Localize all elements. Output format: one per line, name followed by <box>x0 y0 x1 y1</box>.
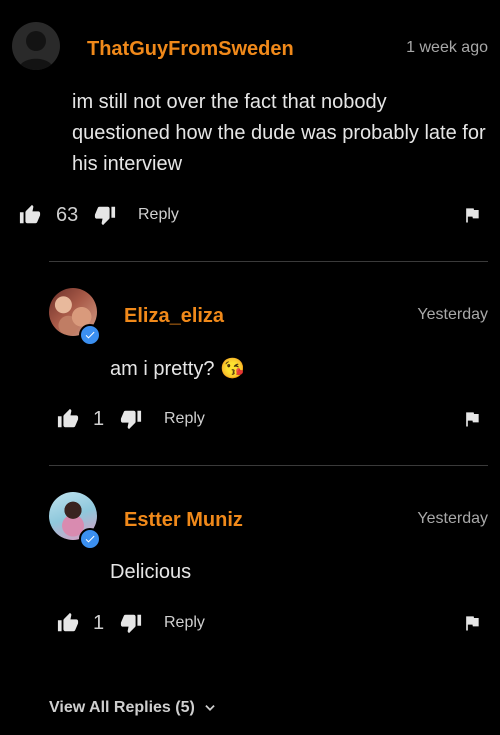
reply-timestamp: Yesterday <box>417 306 488 323</box>
check-icon <box>85 331 95 339</box>
reply-username[interactable]: Eliza_eliza <box>124 305 224 328</box>
reply-username[interactable]: Estter Muniz <box>124 509 243 532</box>
verified-badge <box>79 528 101 550</box>
flag-icon[interactable] <box>462 200 482 230</box>
flag-icon[interactable] <box>462 404 482 434</box>
like-count: 1 <box>93 407 105 430</box>
flag-icon[interactable] <box>462 608 482 638</box>
reply-button[interactable]: Reply <box>164 404 205 434</box>
thumbs-down-icon[interactable] <box>94 200 116 230</box>
person-silhouette-icon <box>18 31 54 70</box>
like-count: 1 <box>93 611 105 634</box>
avatar[interactable] <box>49 288 101 346</box>
comment-text: im still not over the fact that nobody q… <box>72 91 486 175</box>
reply-button[interactable]: Reply <box>164 608 205 638</box>
comment-username[interactable]: ThatGuyFromSweden <box>87 38 294 61</box>
main-comment: ThatGuyFromSweden 1 week ago im still no… <box>0 0 500 245</box>
reply-item: Estter Muniz Yesterday Delicious 1 Reply <box>0 466 500 666</box>
check-icon <box>85 535 95 543</box>
reply-button[interactable]: Reply <box>138 200 179 230</box>
avatar[interactable] <box>49 492 101 550</box>
reply-actions: 1 Reply <box>0 608 500 638</box>
comment-actions: 63 Reply <box>0 200 500 230</box>
verified-badge <box>79 324 101 346</box>
comment-timestamp: 1 week ago <box>406 39 488 56</box>
chevron-down-icon <box>205 705 215 711</box>
thumbs-up-icon[interactable] <box>57 608 79 638</box>
reply-text: am i pretty? 😘 <box>110 358 245 380</box>
thumbs-down-icon[interactable] <box>120 404 142 434</box>
thumbs-up-icon[interactable] <box>57 404 79 434</box>
like-count: 63 <box>56 203 79 226</box>
reply-timestamp: Yesterday <box>417 510 488 527</box>
reply-actions: 1 Reply <box>0 404 500 434</box>
reply-item: Eliza_eliza Yesterday am i pretty? 😘 1 R… <box>0 262 500 464</box>
thumbs-up-icon[interactable] <box>19 200 41 230</box>
thumbs-down-icon[interactable] <box>120 608 142 638</box>
view-all-replies-label: View All Replies (5) <box>49 699 195 716</box>
reply-text: Delicious <box>110 561 192 583</box>
view-all-replies-button[interactable]: View All Replies (5) <box>49 697 217 719</box>
avatar[interactable] <box>12 22 60 70</box>
